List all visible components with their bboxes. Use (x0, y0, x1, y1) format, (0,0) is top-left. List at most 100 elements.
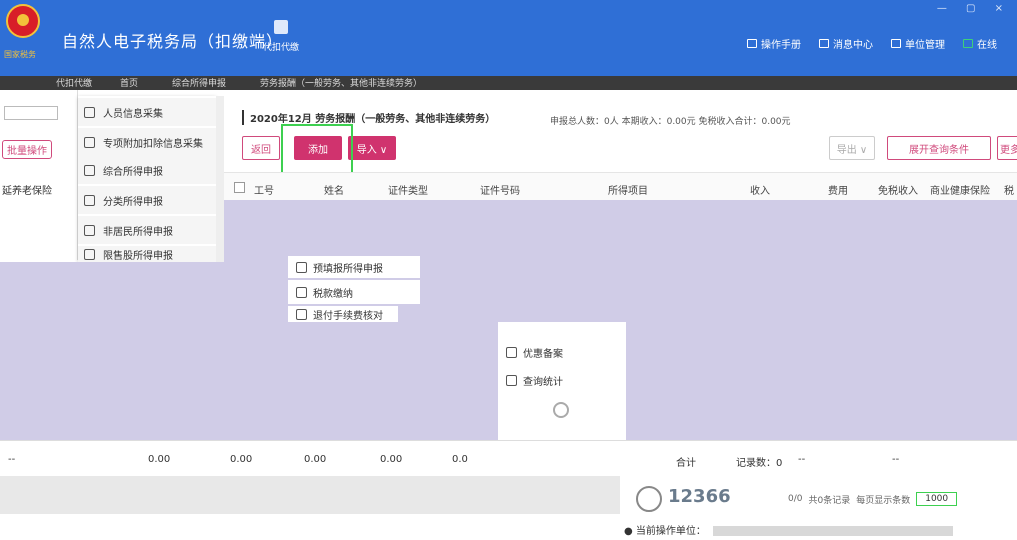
file-icon (506, 346, 517, 358)
building-icon (891, 39, 901, 48)
col-name[interactable]: 姓名 (324, 182, 344, 197)
total-value: 0.00 (304, 454, 327, 465)
left-column-header: 延养老保险 (2, 186, 52, 197)
col-id-type[interactable]: 证件类型 (388, 182, 428, 197)
menu-person-info[interactable]: 人员信息采集 (78, 98, 216, 126)
top-links: 操作手册 消息中心 单位管理 在线 (747, 36, 997, 51)
list-icon (84, 136, 95, 148)
left-panel: 批量操作 延养老保险 (0, 90, 78, 260)
online-icon (963, 39, 973, 48)
back-button[interactable]: 返回 (242, 136, 280, 160)
menu-label: 人员信息采集 (103, 108, 163, 120)
col-tax[interactable]: 税 (1004, 182, 1014, 197)
menu-preferential-filing[interactable]: 优惠备案 (498, 340, 626, 364)
expand-query-button[interactable]: 展开查询条件 (887, 136, 991, 160)
tab-home[interactable]: 首页 (120, 76, 138, 89)
nav-proxy-withholding[interactable]: 代扣代缴 (256, 20, 306, 53)
add-highlight-box (281, 124, 353, 176)
app-title: 自然人电子税务局（扣缴端） (62, 32, 284, 51)
manual-label: 操作手册 (761, 40, 801, 51)
col-tax-free-income[interactable]: 免税收入 (878, 182, 918, 197)
menu-fee-check[interactable]: 退付手续费核对 (288, 306, 398, 322)
empty-left-area (0, 262, 262, 440)
online-status[interactable]: 在线 (963, 36, 997, 51)
side-menu: 人员信息采集 专项附加扣除信息采集 综合所得申报 分类所得申报 非居民所得申报 … (78, 96, 216, 262)
unit-management-link[interactable]: 单位管理 (891, 36, 945, 51)
menu-label: 退付手续费核对 (313, 310, 383, 322)
col-employee-id[interactable]: 工号 (254, 182, 274, 197)
total-value: 0.0 (452, 454, 468, 465)
phone-icon (636, 486, 662, 512)
online-label: 在线 (977, 40, 997, 51)
menu-scrollbar[interactable] (216, 96, 224, 262)
tab-labor[interactable]: 劳务报酬（一般劳务、其他非连续劳务） (260, 76, 422, 89)
left-search-input[interactable] (4, 106, 58, 120)
menu-label: 限售股所得申报 (103, 250, 173, 262)
total-value: 0.00 (230, 454, 253, 465)
tab-strip: 代扣代缴 首页 综合所得申报 劳务报酬（一般劳务、其他非连续劳务） (0, 76, 1017, 90)
person-icon: ● (624, 526, 633, 537)
footer-band (0, 476, 620, 514)
window-controls[interactable]: — ▢ × (937, 3, 1011, 14)
col-expense[interactable]: 费用 (828, 182, 848, 197)
table-header: 工号 姓名 证件类型 证件号码 所得项目 收入 费用 免税收入 商业健康保险 税 (224, 172, 1017, 202)
page-indicator: 0/0 (788, 494, 803, 504)
send-icon (84, 248, 95, 260)
menu-prefill[interactable]: 预填报所得申报 (288, 256, 420, 278)
nav-proxy-label: 代扣代缴 (262, 43, 299, 53)
total-value: 0.00 (380, 454, 403, 465)
tab-comprehensive[interactable]: 综合所得申报 (172, 76, 226, 89)
menu-label: 综合所得申报 (103, 166, 163, 178)
record-total: 共0条记录 (808, 495, 851, 506)
manual-link[interactable]: 操作手册 (747, 36, 801, 51)
menu-query-stats[interactable]: 查询统计 (498, 368, 626, 392)
settings-gear-icon[interactable] (553, 402, 569, 418)
menu-restricted-stock[interactable]: 限售股所得申报 (78, 246, 216, 262)
menu-tax-payment[interactable]: 税款缴纳 (288, 280, 420, 304)
unit-label: 单位管理 (905, 40, 945, 51)
menu-label: 非居民所得申报 (103, 226, 173, 238)
layers-icon (84, 164, 95, 176)
page-size-select[interactable]: 1000 (916, 492, 958, 506)
logo-text: 国家税务 (4, 50, 36, 59)
menu-comprehensive[interactable]: 综合所得申报 (78, 156, 216, 184)
select-all-checkbox[interactable] (234, 182, 245, 193)
pie-icon (84, 194, 95, 206)
page-size-label: 每页显示条数 (856, 495, 911, 506)
totals-row: -- 0.00 0.00 0.00 0.00 0.0 合计 记录数：0 -- -… (0, 440, 1017, 476)
total-label: 合计 (676, 458, 696, 469)
title-bar: 国家税务 自然人电子税务局（扣缴端） 代扣代缴 — ▢ × 操作手册 消息中心 … (0, 0, 1017, 82)
import-button[interactable]: 导入 ∨ (348, 136, 396, 160)
total-dash: -- (892, 454, 900, 465)
operator-label: 当前操作单位： (635, 526, 706, 537)
col-income-item[interactable]: 所得项目 (608, 182, 648, 197)
total-dash: -- (8, 454, 16, 465)
chart-icon (296, 261, 307, 273)
menu-classified[interactable]: 分类所得申报 (78, 186, 216, 214)
menu-label: 税款缴纳 (313, 288, 353, 300)
tab-proxy[interactable]: 代扣代缴 (56, 76, 92, 89)
book-icon (747, 39, 757, 48)
menu-special-deduction[interactable]: 专项附加扣除信息采集 (78, 128, 216, 156)
col-health-insurance[interactable]: 商业健康保险 (930, 182, 990, 197)
menu-non-resident[interactable]: 非居民所得申报 (78, 216, 216, 244)
more-button[interactable]: 更多 (997, 136, 1017, 160)
page-title: 2020年12月 劳务报酬（一般劳务、其他非连续劳务） (242, 110, 495, 125)
export-button[interactable]: 导出 ∨ (829, 136, 875, 160)
pagination: 0/0 共0条记录 每页显示条数 1000 (788, 492, 958, 506)
col-id-number[interactable]: 证件号码 (480, 182, 520, 197)
col-income[interactable]: 收入 (750, 182, 770, 197)
empty-middle-area (262, 320, 498, 440)
wallet-icon (296, 286, 307, 298)
record-count: 记录数：0 (736, 458, 783, 469)
current-operator: ● 当前操作单位： (624, 522, 954, 537)
mail-icon (819, 39, 829, 48)
total-dash: -- (798, 454, 806, 465)
doc-icon (296, 308, 307, 320)
user-icon (84, 224, 95, 236)
message-center-link[interactable]: 消息中心 (819, 36, 873, 51)
query-icon (506, 374, 517, 386)
menu-label: 分类所得申报 (103, 196, 163, 208)
total-value: 0.00 (148, 454, 171, 465)
batch-operation-button[interactable]: 批量操作 (2, 140, 52, 159)
